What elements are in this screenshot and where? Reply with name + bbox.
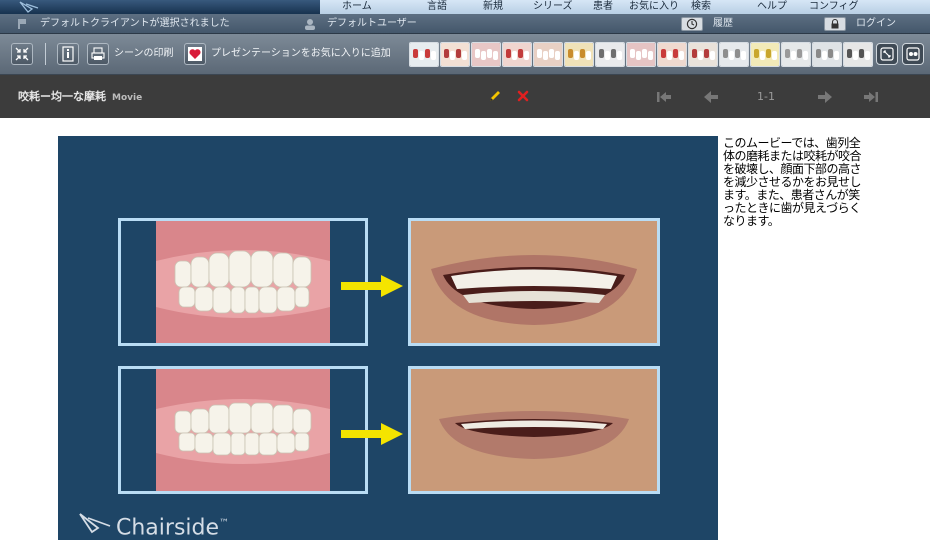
add-favorite-button[interactable] — [184, 43, 206, 65]
healthy-teeth-image — [156, 221, 330, 343]
tooth-thumbnail-icon — [658, 43, 686, 66]
info-button[interactable] — [57, 43, 79, 65]
film-icon — [906, 47, 920, 61]
topic-thumbnail[interactable] — [719, 42, 749, 67]
presentation-type: Movie — [112, 93, 143, 103]
presentation-name: 咬耗ー均一な摩耗 — [18, 90, 106, 103]
topic-thumbnail[interactable] — [564, 42, 594, 67]
worn-smile-image — [411, 369, 657, 491]
topic-thumbnail[interactable] — [688, 42, 718, 67]
collapse-icon — [15, 47, 29, 61]
client-status-text: デフォルトクライアントが選択されました — [40, 18, 230, 29]
movie-description: このムービーでは、歯列全体の磨耗または咬耗が咬合を破壊し、顔面下部の高さを減少さ… — [723, 136, 862, 228]
heart-icon — [188, 47, 202, 61]
healthy-smile-image — [411, 221, 657, 343]
collapse-button[interactable] — [11, 43, 33, 65]
delete-icon[interactable] — [516, 89, 530, 103]
login-button[interactable] — [824, 17, 846, 31]
tooth-thumbnail-icon — [751, 43, 779, 66]
movie-player[interactable]: Chairside™ — [58, 136, 718, 540]
healthy-smile-panel — [408, 218, 660, 346]
brand-name: Chairside — [116, 515, 220, 540]
print-scene-label[interactable]: シーンの印刷 — [114, 43, 174, 65]
edit-pencil-icon[interactable] — [488, 89, 502, 103]
worn-teeth-image — [156, 369, 330, 491]
topic-thumbnail[interactable] — [595, 42, 625, 67]
menu-language[interactable]: 言語 — [427, 0, 447, 14]
tooth-thumbnail-icon — [503, 43, 531, 66]
login-label[interactable]: ログイン — [856, 14, 896, 34]
chairside-logo-icon — [79, 513, 111, 534]
menu-strip: ホーム 言語 新規 シリーズ 患者 お気に入り 検索 ヘルプ コンフィグ — [320, 0, 930, 14]
add-favorite-label[interactable]: プレゼンテーションをお気に入りに追加 — [211, 43, 391, 65]
history-button[interactable] — [681, 17, 703, 31]
topic-thumbnail[interactable] — [750, 42, 780, 67]
app-logo-icon — [19, 1, 39, 13]
presentation-title: 咬耗ー均一な摩耗 Movie — [18, 75, 142, 118]
print-scene-button[interactable] — [87, 43, 109, 65]
document-info-icon — [62, 46, 74, 62]
video-mode-button[interactable] — [902, 43, 924, 65]
top-menu-bar: ホーム 言語 新規 シリーズ 患者 お気に入り 検索 ヘルプ コンフィグ — [0, 0, 930, 14]
app-window: ホーム 言語 新規 シリーズ 患者 お気に入り 検索 ヘルプ コンフィグ デフォ… — [0, 0, 930, 540]
user-status-text: デフォルトユーザー — [327, 18, 417, 29]
worn-smile-panel — [408, 366, 660, 494]
arrow-icon — [341, 275, 403, 297]
client-flag-icon — [18, 19, 26, 29]
previous-page-icon[interactable] — [702, 88, 720, 106]
tooth-thumbnail-icon — [813, 43, 841, 66]
history-label[interactable]: 履歴 — [713, 14, 733, 34]
topic-thumbnail[interactable] — [533, 42, 563, 67]
tooth-thumbnail-icon — [472, 43, 500, 66]
clock-icon — [686, 18, 698, 30]
topic-thumbnail[interactable] — [657, 42, 687, 67]
tooth-thumbnail-icon — [534, 43, 562, 66]
tooth-thumbnail-icon — [720, 43, 748, 66]
topic-thumbnail[interactable] — [812, 42, 842, 67]
next-page-icon[interactable] — [816, 88, 834, 106]
tooth-thumbnail-icon — [565, 43, 593, 66]
menu-config[interactable]: コンフィグ — [809, 0, 859, 14]
tooth-thumbnail-icon — [596, 43, 624, 66]
tooth-thumbnail-icon — [627, 43, 655, 66]
topic-thumbnail[interactable] — [502, 42, 532, 67]
printer-icon — [91, 47, 105, 60]
page-indicator: 1-1 — [757, 90, 775, 103]
first-page-icon[interactable] — [655, 88, 673, 106]
chairside-brand: Chairside™ — [116, 508, 229, 540]
user-icon — [305, 19, 315, 30]
presentation-title-bar: 咬耗ー均一な摩耗 Movie 1-1 — [0, 75, 930, 118]
status-bar: デフォルトクライアントが選択されました デフォルトユーザー 履歴 ログイン — [0, 14, 930, 34]
last-page-icon[interactable] — [862, 88, 880, 106]
menu-patient[interactable]: 患者 — [593, 0, 613, 14]
topic-thumbnail[interactable] — [626, 42, 656, 67]
fullscreen-button[interactable] — [876, 43, 898, 65]
menu-search[interactable]: 検索 — [691, 0, 711, 14]
menu-home[interactable]: ホーム — [342, 0, 372, 14]
logo-area — [0, 0, 320, 14]
topic-thumbnail[interactable] — [471, 42, 501, 67]
tooth-thumbnail-icon — [441, 43, 469, 66]
arrow-icon — [341, 423, 403, 445]
topic-thumbnail[interactable] — [440, 42, 470, 67]
worn-teeth-panel — [118, 366, 368, 494]
healthy-teeth-panel — [118, 218, 368, 346]
topic-thumbnail[interactable] — [781, 42, 811, 67]
topic-thumbnail[interactable] — [843, 42, 873, 67]
tooth-thumbnail-icon — [689, 43, 717, 66]
tooth-thumbnail-icon — [782, 43, 810, 66]
topic-thumbnail[interactable] — [409, 42, 439, 67]
tooth-thumbnail-icon — [844, 43, 872, 66]
brand-trademark: ™ — [219, 518, 230, 529]
lock-icon — [831, 18, 839, 29]
toolbar: シーンの印刷 プレゼンテーションをお気に入りに追加 — [0, 34, 930, 75]
menu-series[interactable]: シリーズ — [533, 0, 573, 14]
menu-favorites[interactable]: お気に入り — [629, 0, 679, 14]
toolbar-divider — [45, 43, 46, 65]
tooth-thumbnail-icon — [410, 43, 438, 66]
fullscreen-icon — [880, 47, 894, 61]
menu-new[interactable]: 新規 — [483, 0, 503, 14]
menu-help[interactable]: ヘルプ — [757, 0, 787, 14]
